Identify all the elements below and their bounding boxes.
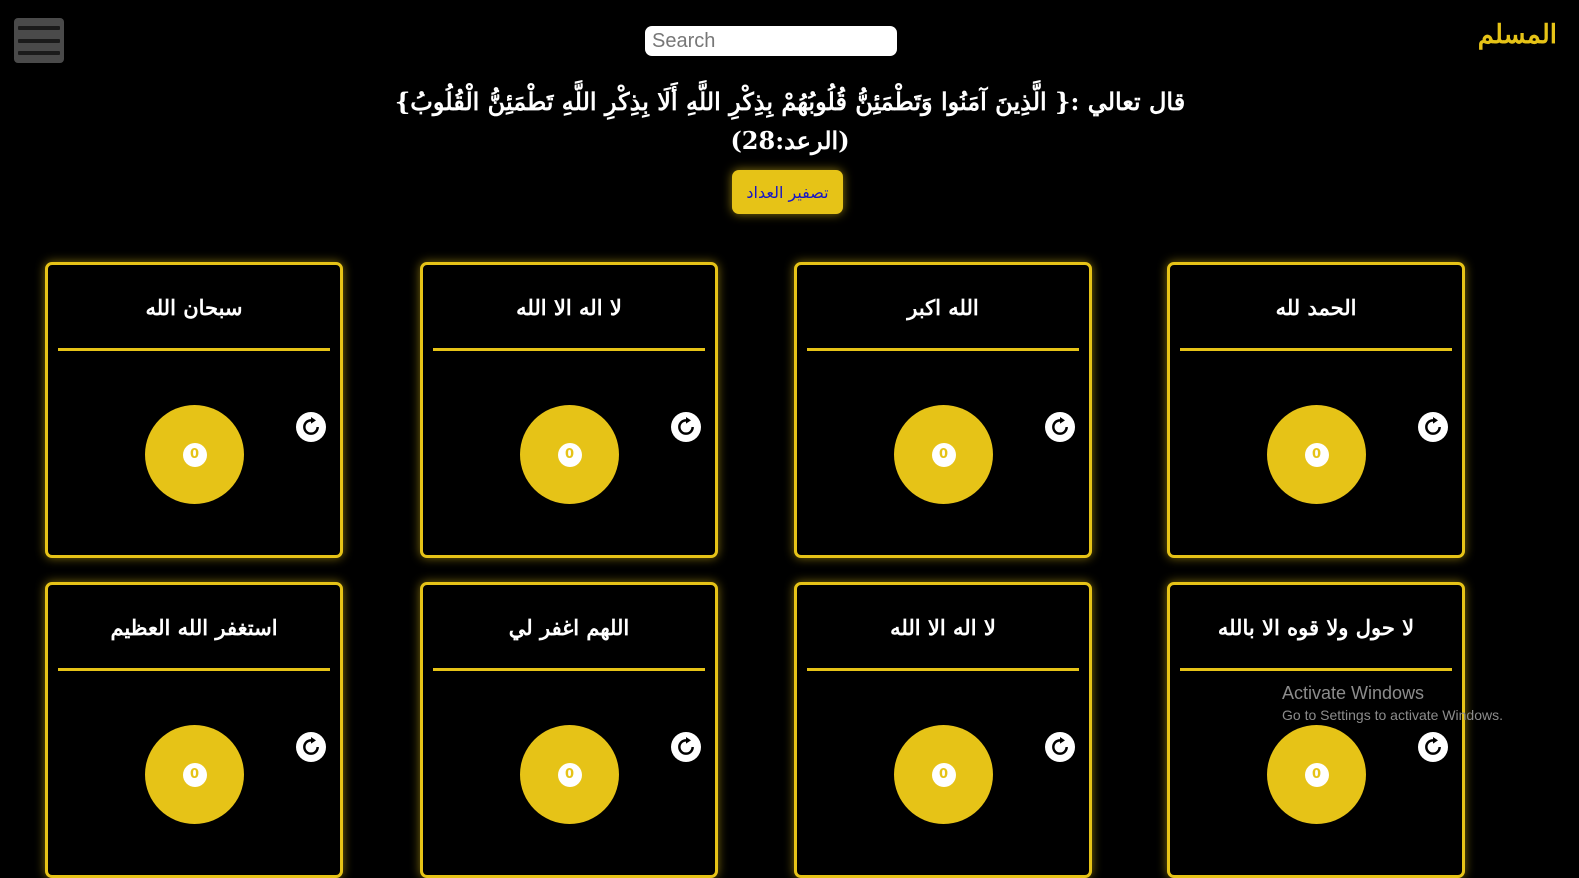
card-divider <box>1180 348 1452 351</box>
tasbih-counter-button[interactable]: 0 <box>1267 725 1366 824</box>
watermark-title: Activate Windows <box>1282 683 1425 703</box>
menu-bar <box>18 38 60 43</box>
dhikr-title: استغفر الله العظيم <box>110 615 278 640</box>
dhikr-title: اللهم اغفر لي <box>508 615 630 640</box>
watermark-subtitle: Go to Settings to activate Windows. <box>1282 707 1503 723</box>
refresh-icon[interactable] <box>296 732 326 762</box>
verse-line-1: قال تعالي :{ الَّذِينَ آمَنُوا وَتَطْمَئ… <box>394 87 1186 116</box>
card-divider <box>807 668 1079 671</box>
dhikr-card: لا حول ولا قوه الا بالله 0 <box>1167 582 1465 878</box>
dhikr-title: الله اكبر <box>907 295 979 320</box>
tasbih-counter-button[interactable]: 0 <box>145 405 244 504</box>
dhikr-card: الحمد لله 0 <box>1167 262 1465 558</box>
dhikr-title: سبحان الله <box>145 295 243 320</box>
dhikr-title: الحمد لله <box>1275 295 1357 320</box>
count-value: 0 <box>931 762 956 787</box>
card-divider <box>1180 668 1452 671</box>
site-brand[interactable]: المسلم <box>1478 20 1557 50</box>
refresh-icon[interactable] <box>296 412 326 442</box>
tasbih-counter-button[interactable]: 0 <box>1267 405 1366 504</box>
menu-bar <box>18 51 60 55</box>
count-value: 0 <box>1304 442 1329 467</box>
refresh-icon[interactable] <box>671 732 701 762</box>
dhikr-card: سبحان الله 0 <box>45 262 343 558</box>
verse-reference: (الرعد:28) <box>730 126 850 155</box>
reset-all-counters-button[interactable]: تصفير العداد <box>732 170 843 214</box>
search-input[interactable] <box>645 26 897 56</box>
tasbih-counter-button[interactable]: 0 <box>520 405 619 504</box>
dhikr-card: لا اله الا الله 0 <box>420 262 718 558</box>
dhikr-card: الله اكبر 0 <box>794 262 1092 558</box>
dhikr-card: لا اله الا الله 0 <box>794 582 1092 878</box>
refresh-icon[interactable] <box>671 412 701 442</box>
windows-activation-watermark: Activate Windows Go to Settings to activ… <box>1282 683 1503 723</box>
card-divider <box>807 348 1079 351</box>
count-value: 0 <box>182 762 207 787</box>
count-value: 0 <box>182 442 207 467</box>
refresh-icon[interactable] <box>1045 732 1075 762</box>
card-divider <box>433 668 705 671</box>
card-divider <box>433 348 705 351</box>
dhikr-title: لا اله الا الله <box>516 295 622 320</box>
card-divider <box>58 668 330 671</box>
tasbih-counter-button[interactable]: 0 <box>145 725 244 824</box>
tasbih-counter-button[interactable]: 0 <box>894 725 993 824</box>
tasbih-counter-button[interactable]: 0 <box>520 725 619 824</box>
count-value: 0 <box>557 442 582 467</box>
dhikr-title: لا حول ولا قوه الا بالله <box>1217 615 1415 640</box>
dhikr-card: اللهم اغفر لي 0 <box>420 582 718 878</box>
quran-verse: قال تعالي :{ الَّذِينَ آمَنُوا وَتَطْمَئ… <box>280 82 1300 160</box>
dhikr-title: لا اله الا الله <box>890 615 996 640</box>
hamburger-menu-button[interactable] <box>14 18 64 63</box>
refresh-icon[interactable] <box>1418 732 1448 762</box>
count-value: 0 <box>931 442 956 467</box>
card-divider <box>58 348 330 351</box>
menu-bar <box>18 26 60 30</box>
count-value: 0 <box>1304 762 1329 787</box>
tasbih-counter-button[interactable]: 0 <box>894 405 993 504</box>
refresh-icon[interactable] <box>1045 412 1075 442</box>
dhikr-card: استغفر الله العظيم 0 <box>45 582 343 878</box>
refresh-icon[interactable] <box>1418 412 1448 442</box>
count-value: 0 <box>557 762 582 787</box>
